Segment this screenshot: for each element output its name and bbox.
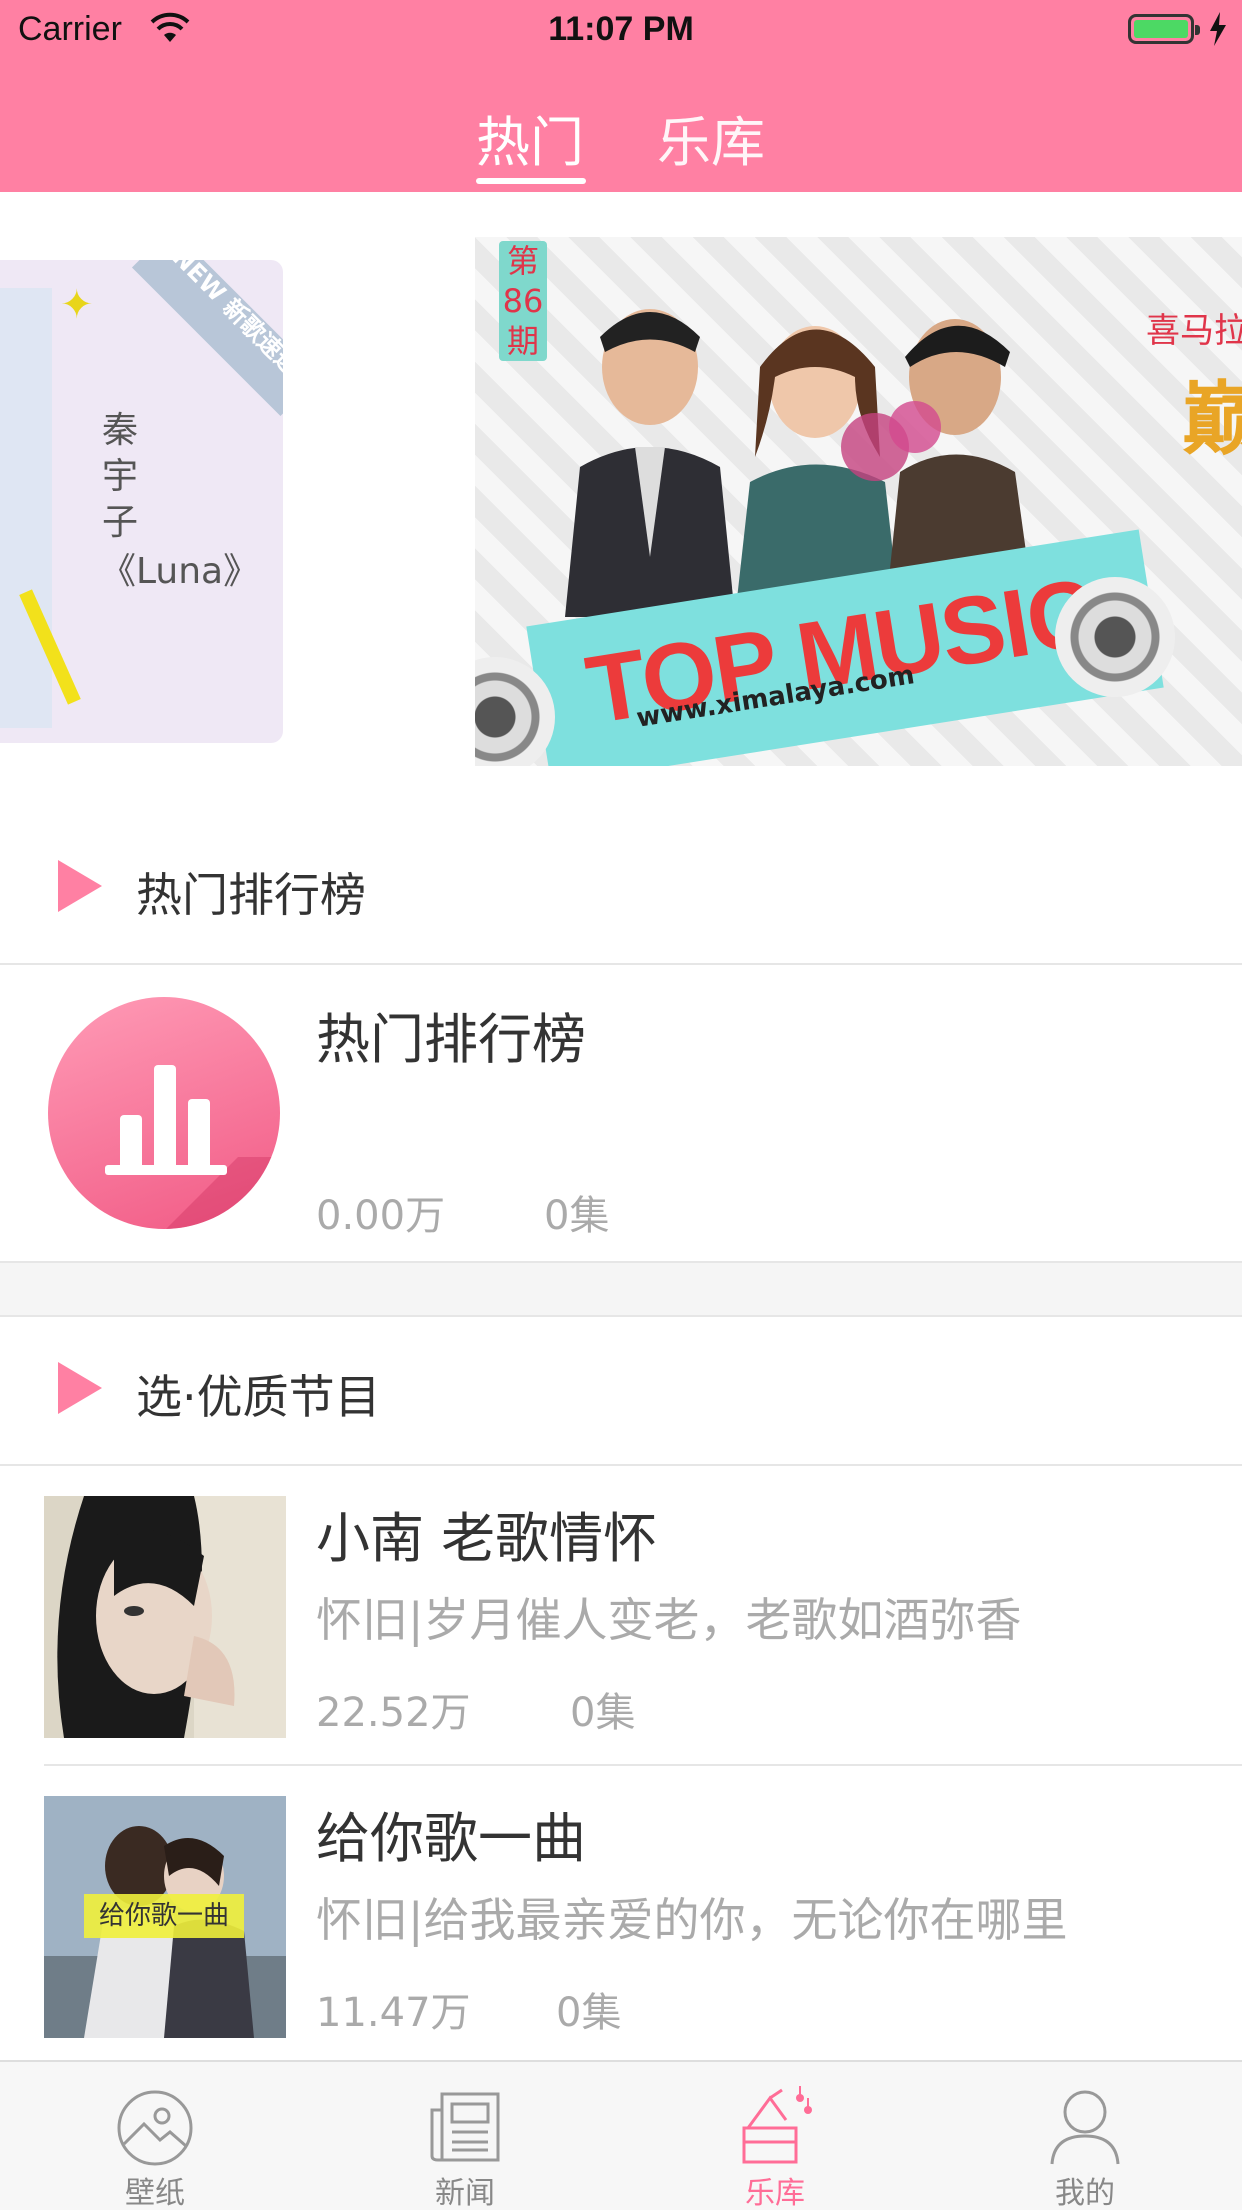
news-icon (430, 2092, 500, 2162)
tab-label: 新闻 (435, 2176, 495, 2211)
tab-label: 壁纸 (125, 2176, 185, 2211)
program-thumbnail: 给你歌一曲 (44, 1796, 286, 2038)
program-item[interactable]: 给你歌一曲 给你歌一曲 怀旧|给我最亲爱的你，无论你在哪里 11.47万 0集 (0, 1766, 1242, 2066)
thumbnail-caption: 给你歌一曲 (99, 1901, 229, 1931)
status-bar: Carrier 11:07 PM (0, 0, 1242, 60)
banner-top-music[interactable]: 第86期 TOP MUSIC www.ximalaya.com 喜马拉 巅 (475, 237, 1242, 766)
play-count: 0.00万 (316, 1193, 446, 1239)
tab-hot[interactable]: 热门 (476, 98, 584, 177)
peak-text: 巅 (1182, 373, 1242, 466)
header: Carrier 11:07 PM 热门 乐库 (0, 0, 1242, 192)
episode-count: 0集 (570, 1690, 636, 1736)
section-title: 选·优质节目 (136, 1370, 381, 1424)
brand-text: 喜马拉 (1146, 311, 1242, 351)
program-description: 怀旧|岁月催人变老，老歌如酒弥香 (316, 1593, 1022, 1647)
banner-strip (0, 288, 52, 728)
episode-count: 0集 (544, 1193, 610, 1239)
section-title: 热门排行榜 (136, 868, 366, 922)
new-badge: NEW 新歌速递 (131, 260, 283, 417)
episode-count: 0集 (556, 1990, 622, 2036)
issue-badge: 第86期 (499, 241, 547, 361)
banner-new-songs[interactable]: ✦ NEW 新歌速递 秦宇子 《Luna》 (0, 260, 283, 743)
program-thumbnail (44, 1496, 286, 1738)
tab-label: 乐库 (745, 2176, 805, 2211)
play-triangle-icon (58, 860, 102, 912)
tab-music-library[interactable]: 乐库 (620, 2062, 930, 2211)
speaker-right-icon (1055, 577, 1175, 697)
program-item[interactable]: 小南 老歌情怀 怀旧|岁月催人变老，老歌如酒弥香 22.52万 0集 (0, 1466, 1242, 1766)
status-time: 11:07 PM (548, 10, 694, 48)
bottom-tab-bar: 壁纸 新闻 乐库 我的 (0, 2060, 1242, 2211)
play-count: 22.52万 (316, 1690, 471, 1736)
charging-bolt-icon (1210, 12, 1226, 46)
tab-library[interactable]: 乐库 (657, 98, 765, 177)
program-title: 小南 老歌情怀 (316, 1507, 658, 1570)
music-library-icon (742, 2086, 812, 2164)
banner-artist: 秦宇子 (102, 410, 139, 543)
battery-icon (1128, 14, 1200, 44)
play-triangle-icon (58, 1362, 102, 1414)
banner-song: 《Luna》 (100, 551, 260, 592)
chart-bars-icon (48, 997, 280, 1229)
sparkle-icon: ✦ (60, 282, 94, 328)
section-hot-ranking: 热门排行榜 (0, 814, 1242, 962)
tab-wallpaper[interactable]: 壁纸 (0, 2062, 310, 2211)
section-gap (0, 1263, 1242, 1315)
section-quality-programs: 选·优质节目 (0, 1316, 1242, 1464)
profile-icon (1050, 2090, 1120, 2165)
active-tab-indicator (476, 178, 586, 184)
rank-title: 热门排行榜 (316, 1008, 586, 1071)
program-title: 给你歌一曲 (316, 1807, 586, 1870)
play-count: 11.47万 (316, 1990, 471, 2036)
tab-label: 我的 (1055, 2176, 1115, 2211)
program-description: 怀旧|给我最亲爱的你，无论你在哪里 (316, 1893, 1068, 1947)
tab-profile[interactable]: 我的 (930, 2062, 1240, 2211)
rank-card[interactable]: 热门排行榜 0.00万 0集 (0, 965, 1242, 1261)
tab-news[interactable]: 新闻 (310, 2062, 620, 2211)
wallpaper-icon (117, 2090, 193, 2166)
